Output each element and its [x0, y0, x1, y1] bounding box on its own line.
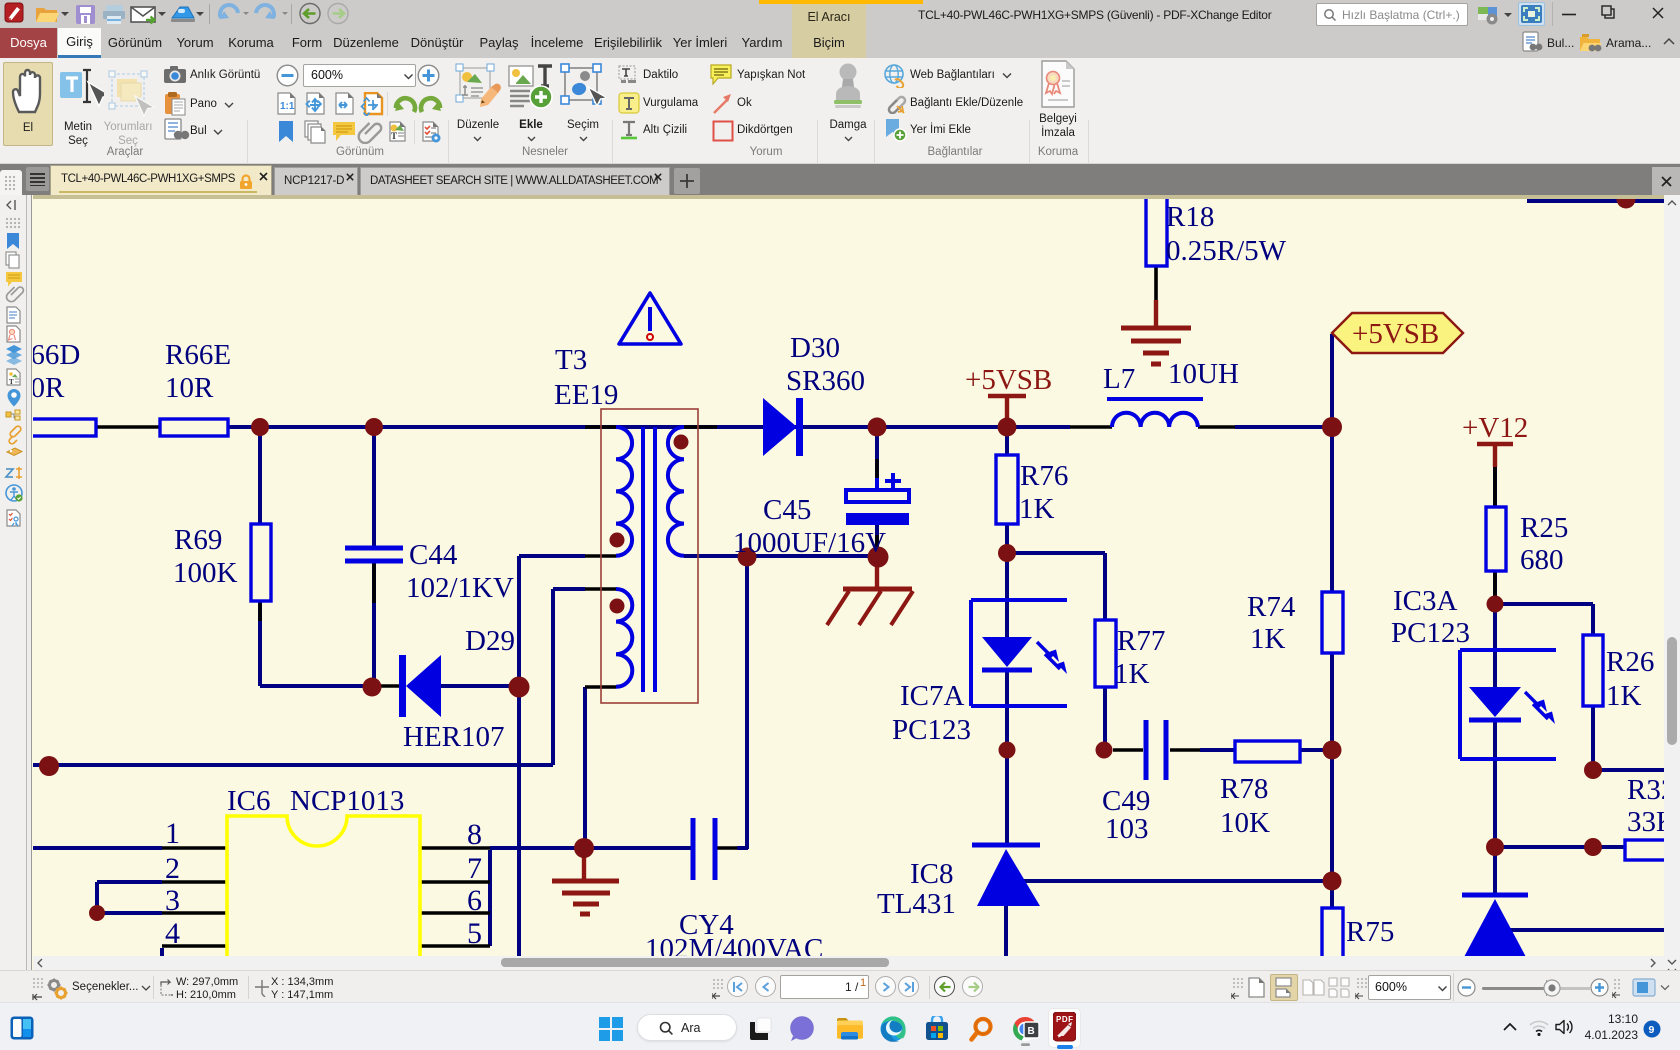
svg-text:R18: R18	[1166, 201, 1214, 233]
svg-text:NCP1013: NCP1013	[290, 785, 404, 817]
svg-text:D29: D29	[465, 625, 515, 657]
svg-text:R32: R32	[1627, 774, 1664, 806]
svg-text:R26: R26	[1606, 646, 1654, 678]
svg-text:IC3A: IC3A	[1393, 585, 1458, 617]
svg-text:+5VSB: +5VSB	[1352, 318, 1439, 350]
svg-text:R76: R76	[1020, 460, 1068, 492]
svg-text:9: 9	[1649, 1024, 1655, 1036]
svg-text:1K: 1K	[1019, 493, 1055, 525]
svg-text:R74: R74	[1247, 591, 1296, 623]
svg-text:PC123: PC123	[1391, 617, 1470, 649]
svg-text:PC123: PC123	[892, 714, 971, 746]
svg-text:7: 7	[467, 852, 482, 885]
svg-text:102M/400VAC: 102M/400VAC	[645, 933, 823, 956]
svg-text:C44: C44	[409, 539, 458, 571]
svg-text:2: 2	[165, 852, 180, 885]
svg-text:SR360: SR360	[786, 365, 865, 397]
svg-text:102/1KV: 102/1KV	[406, 572, 514, 604]
svg-text:HER107: HER107	[403, 721, 505, 753]
svg-text:1: 1	[165, 817, 180, 850]
svg-text:6: 6	[467, 884, 482, 917]
svg-text:1000UF/16V: 1000UF/16V	[733, 527, 886, 559]
svg-text:0.25R/5W: 0.25R/5W	[1166, 235, 1287, 267]
svg-text:R66E: R66E	[165, 339, 231, 371]
svg-text:R75: R75	[1346, 916, 1394, 948]
svg-text:10UH: 10UH	[1168, 358, 1239, 390]
svg-text:R66D: R66D	[33, 339, 80, 371]
svg-text:103: 103	[1105, 813, 1149, 845]
svg-text:EE19: EE19	[554, 379, 618, 411]
svg-text:T3: T3	[555, 344, 587, 376]
svg-text:10R: 10R	[165, 372, 214, 404]
svg-text:8: 8	[467, 818, 482, 851]
svg-text:R25: R25	[1520, 512, 1568, 544]
svg-text:10K: 10K	[1220, 807, 1270, 839]
svg-text:R78: R78	[1220, 773, 1268, 805]
svg-text:C45: C45	[763, 494, 811, 526]
svg-text:1K: 1K	[1250, 623, 1286, 655]
svg-text:5: 5	[467, 917, 482, 950]
svg-text:B: B	[1028, 1026, 1035, 1037]
svg-text:T: T	[9, 378, 14, 386]
svg-text:33K: 33K	[1627, 806, 1664, 838]
svg-text:T: T	[391, 131, 397, 141]
svg-text:IC8: IC8	[910, 858, 954, 890]
svg-text:IC7A: IC7A	[900, 680, 965, 712]
svg-text:100K: 100K	[173, 557, 238, 589]
svg-text:4: 4	[165, 917, 180, 950]
svg-text:680: 680	[1520, 544, 1564, 576]
svg-text:L7: L7	[1103, 363, 1135, 395]
svg-text:TL431: TL431	[877, 888, 956, 920]
svg-text:+V12: +V12	[1462, 412, 1528, 444]
svg-text:+5VSB: +5VSB	[965, 364, 1052, 396]
svg-text:D30: D30	[790, 332, 840, 364]
svg-text:R69: R69	[174, 524, 222, 556]
svg-text:1K: 1K	[1114, 658, 1150, 690]
svg-text:R77: R77	[1117, 625, 1165, 657]
svg-text:3: 3	[165, 884, 180, 917]
svg-text:IC6: IC6	[227, 785, 271, 817]
svg-text:10R: 10R	[33, 372, 65, 404]
svg-text:1:1: 1:1	[280, 101, 295, 112]
svg-text:1K: 1K	[1606, 680, 1642, 712]
